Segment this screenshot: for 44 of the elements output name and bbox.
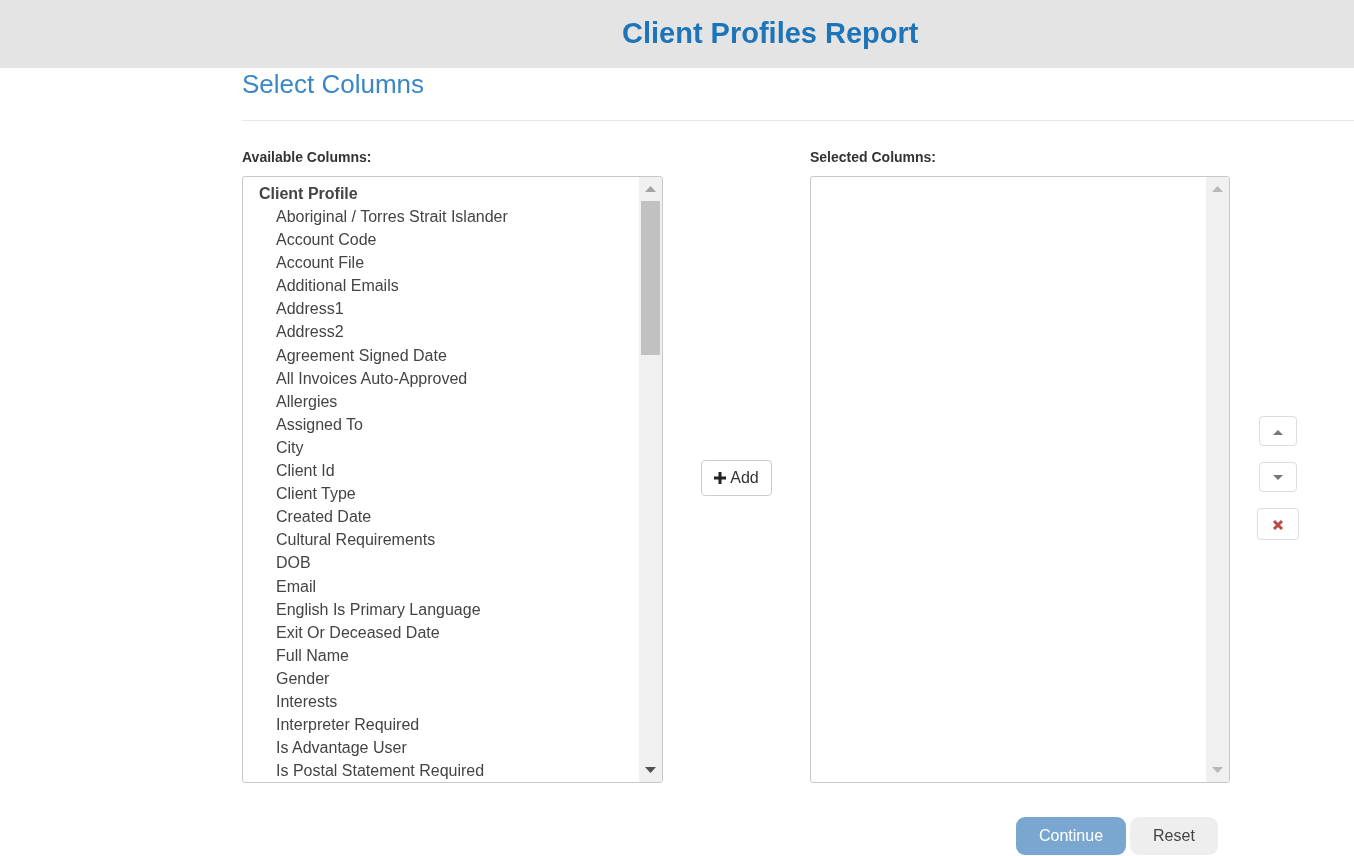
column-option[interactable]: Address1: [259, 297, 639, 321]
scrollbar[interactable]: [1206, 177, 1229, 782]
column-option[interactable]: Account Code: [259, 228, 639, 252]
column-option[interactable]: City: [259, 435, 639, 460]
column-option[interactable]: Interpreter Required: [259, 713, 639, 737]
column-option[interactable]: Agreement Signed Date: [259, 343, 639, 367]
section-title: Select Columns: [242, 70, 426, 101]
column-option[interactable]: Additional Emails: [259, 274, 639, 298]
scrollbar[interactable]: [639, 177, 662, 782]
available-columns-label: Available Columns:: [242, 148, 373, 167]
scroll-thumb[interactable]: [641, 201, 660, 355]
column-option[interactable]: Full Name: [259, 643, 639, 667]
column-option[interactable]: Email: [259, 574, 639, 598]
plus-icon: [714, 472, 727, 484]
column-option[interactable]: Exit Or Deceased Date: [259, 620, 639, 644]
move-down-button[interactable]: [1258, 462, 1297, 492]
column-option[interactable]: Client Type: [259, 482, 639, 506]
reset-button[interactable]: Reset: [1130, 817, 1218, 855]
column-option[interactable]: Client Id: [259, 459, 639, 483]
column-option[interactable]: Is Advantage User: [259, 736, 639, 760]
column-option[interactable]: Address2: [259, 320, 639, 344]
selected-columns-label: Selected Columns:: [810, 148, 938, 167]
page-title: Client Profiles Report: [622, 16, 920, 51]
column-option[interactable]: Interests: [259, 689, 639, 714]
available-columns-list[interactable]: [242, 176, 663, 783]
close-icon: [1271, 518, 1284, 531]
column-option[interactable]: Is Postal Statement Required: [259, 759, 639, 782]
move-up-button[interactable]: [1258, 416, 1297, 446]
group-heading: Client Profile: [259, 184, 359, 204]
column-option[interactable]: Cultural Requirements: [259, 528, 639, 552]
column-option[interactable]: Assigned To: [259, 412, 639, 436]
column-option[interactable]: Created Date: [259, 505, 639, 529]
column-option[interactable]: DOB: [259, 551, 639, 575]
caret-down-icon: [1271, 473, 1284, 482]
column-option[interactable]: Account File: [259, 251, 639, 275]
column-option[interactable]: All Invoices Auto-Approved: [259, 366, 639, 390]
add-button[interactable]: Add: [701, 460, 772, 496]
column-option[interactable]: Aboriginal / Torres Strait Islander: [259, 205, 639, 229]
column-option[interactable]: Allergies: [259, 389, 639, 413]
remove-button[interactable]: [1256, 508, 1299, 540]
column-option[interactable]: English Is Primary Language: [259, 597, 639, 621]
selected-columns-list[interactable]: [810, 176, 1230, 783]
column-option[interactable]: Gender: [259, 666, 639, 690]
caret-up-icon: [1271, 427, 1284, 436]
